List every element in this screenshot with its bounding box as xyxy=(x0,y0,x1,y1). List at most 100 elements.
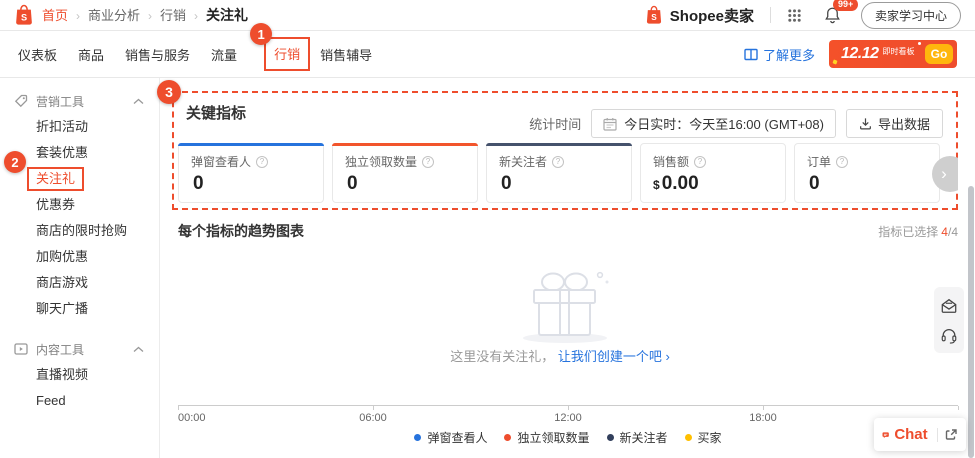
chevron-up-icon[interactable] xyxy=(133,98,144,105)
legend-dot xyxy=(504,434,511,441)
legend-item-unique-claims[interactable]: 独立领取数量 xyxy=(504,429,589,446)
tab-marketing-highlight-box: 1 行销 xyxy=(264,37,310,71)
tab-sales-coaching[interactable]: 销售辅导 xyxy=(320,45,372,64)
axis-tick xyxy=(568,406,569,410)
sidebar-section-marketing-tools[interactable]: 营销工具 xyxy=(0,88,159,114)
tabbar: 仪表板 商品 销售与服务 流量 1 行销 销售辅导 了解更多 12.12 即时看… xyxy=(0,31,975,78)
legend-dot xyxy=(685,434,692,441)
selected-count: 4 xyxy=(941,225,948,239)
learn-more-label: 了解更多 xyxy=(763,45,815,64)
axis-tick xyxy=(763,406,764,410)
sidebar-item-add-on-deal[interactable]: 加购优惠 xyxy=(0,244,159,270)
metric-cards-row: 弹窗查看人? 0 独立领取数量? 0 新关注者? 0 销售额? $0.00 订单… xyxy=(178,143,940,203)
legend-dot xyxy=(414,434,421,441)
metric-card-popup-viewers[interactable]: 弹窗查看人? 0 xyxy=(178,143,324,203)
cards-next-clip: › xyxy=(932,156,958,194)
help-icon[interactable]: ? xyxy=(422,156,434,168)
metric-label: 新关注者 xyxy=(499,153,547,170)
metric-card-unique-claims[interactable]: 独立领取数量? 0 xyxy=(332,143,478,203)
promo-banner-12-12[interactable]: 12.12 即时看板 Go xyxy=(829,40,957,68)
chevron-up-icon[interactable] xyxy=(133,346,144,353)
card-accent-bar xyxy=(486,143,632,146)
legend-item-popup-viewers[interactable]: 弹窗查看人 xyxy=(414,429,487,446)
popout-button[interactable] xyxy=(944,428,958,442)
guide-book-icon xyxy=(744,48,758,61)
empty-state-gift-icon xyxy=(496,270,636,344)
sidebar-item-follow-prize[interactable]: 关注礼 xyxy=(0,166,159,192)
date-range-value: 今日实时：今天至16:00 (GMT+08) xyxy=(624,114,824,133)
breadcrumb-marketing[interactable]: 行销 xyxy=(160,8,186,23)
promo-title: 12.12 xyxy=(841,45,879,63)
empty-state-message: 这里没有关注礼， 让我们创建一个吧 › xyxy=(160,346,960,365)
cards-next-button[interactable]: › xyxy=(932,156,958,192)
legend-item-new-followers[interactable]: 新关注者 xyxy=(607,429,668,446)
help-icon[interactable]: ? xyxy=(836,156,848,168)
follow-prize-highlight-box: 关注礼 xyxy=(27,167,84,191)
tab-products[interactable]: 商品 xyxy=(78,45,104,64)
sidebar-item-shop-flash-sale[interactable]: 商店的限时抢购 xyxy=(0,218,159,244)
headset-icon xyxy=(940,326,958,344)
sidebar-gap xyxy=(0,322,159,336)
create-follow-prize-link[interactable]: 让我们创建一个吧 › xyxy=(558,349,670,364)
tab-sales-service[interactable]: 销售与服务 xyxy=(125,45,190,64)
sidebar-item-chat-broadcast[interactable]: 聊天广播 xyxy=(0,296,159,322)
learn-more-link[interactable]: 了解更多 xyxy=(744,45,815,64)
promo-go-button[interactable]: Go xyxy=(925,44,953,64)
learning-center-button[interactable]: 卖家学习中心 xyxy=(861,2,961,29)
sidebar-item-shop-games[interactable]: 商店游戏 xyxy=(0,270,159,296)
metric-value: 0 xyxy=(347,173,358,194)
feedback-button[interactable] xyxy=(934,290,964,320)
tab-marketing[interactable]: 行销 xyxy=(274,47,300,62)
metric-card-sales[interactable]: 销售额? $0.00 xyxy=(640,143,786,203)
card-accent-bar xyxy=(794,143,940,146)
breadcrumb-home[interactable]: 首页 xyxy=(42,8,68,23)
svg-text:S: S xyxy=(651,13,657,22)
chat-widget[interactable]: Chat xyxy=(874,418,966,451)
topbar-right: S Shopee卖家 99+ xyxy=(645,2,961,29)
chat-bubble-icon xyxy=(882,425,889,445)
metric-label: 订单 xyxy=(807,153,831,170)
sidebar-section-title: 内容工具 xyxy=(36,341,84,358)
sidebar-item-discount[interactable]: 折扣活动 xyxy=(0,114,159,140)
sidebar-item-voucher[interactable]: 优惠券 xyxy=(0,192,159,218)
metric-prefix: $ xyxy=(653,178,660,192)
help-icon[interactable]: ? xyxy=(694,156,706,168)
help-icon[interactable]: ? xyxy=(256,156,268,168)
key-metrics-title: 关键指标 xyxy=(186,102,246,123)
stat-time-row: 统计时间 今日实时：今天至16:00 (GMT+08) 导出数据 xyxy=(529,109,943,138)
help-icon[interactable]: ? xyxy=(552,156,564,168)
breadcrumb-business-analysis[interactable]: 商业分析 xyxy=(88,8,140,23)
tab-dashboard[interactable]: 仪表板 xyxy=(18,45,57,64)
metric-label: 弹窗查看人 xyxy=(191,153,251,170)
metric-card-orders[interactable]: 订单? 0 xyxy=(794,143,940,203)
customer-support-button[interactable] xyxy=(934,320,964,350)
brand-name: Shopee卖家 xyxy=(670,5,754,26)
breadcrumb-separator: › xyxy=(194,9,198,23)
legend-label: 独立领取数量 xyxy=(517,429,589,446)
sidebar-section-content-tools[interactable]: 内容工具 xyxy=(0,336,159,362)
metric-label: 独立领取数量 xyxy=(345,153,417,170)
legend-label: 买家 xyxy=(698,429,722,446)
selected-label: 指标已选择 xyxy=(878,225,938,239)
legend-label: 弹窗查看人 xyxy=(427,429,487,446)
scrollbar-thumb[interactable] xyxy=(968,186,974,458)
apps-grid-icon[interactable] xyxy=(787,8,802,23)
sidebar: 营销工具 折扣活动 套装优惠 关注礼 优惠券 商店的限时抢购 加购优惠 商店游戏… xyxy=(0,78,160,458)
metric-card-new-followers[interactable]: 新关注者? 0 xyxy=(486,143,632,203)
notification-bell[interactable]: 99+ xyxy=(824,6,841,24)
empty-state-text: 这里没有关注礼， xyxy=(450,349,554,364)
legend-item-buyers[interactable]: 买家 xyxy=(685,429,722,446)
sidebar-item-live-video[interactable]: 直播视频 xyxy=(0,362,159,388)
annotation-step-1-badge: 1 xyxy=(250,23,272,45)
sidebar-section-title: 营销工具 xyxy=(36,93,84,110)
tabbar-right: 了解更多 12.12 即时看板 Go xyxy=(744,40,957,68)
date-range-picker[interactable]: 今日实时：今天至16:00 (GMT+08) xyxy=(591,109,836,138)
sidebar-item-feed[interactable]: Feed xyxy=(0,388,159,414)
divider xyxy=(770,7,771,23)
shopee-logo-icon[interactable]: S xyxy=(14,4,34,26)
export-data-button[interactable]: 导出数据 xyxy=(846,109,943,138)
tag-icon xyxy=(14,94,28,108)
tab-traffic[interactable]: 流量 xyxy=(211,45,237,64)
axis-label-0000: 00:00 xyxy=(178,412,206,424)
survey-envelope-icon xyxy=(940,297,958,314)
